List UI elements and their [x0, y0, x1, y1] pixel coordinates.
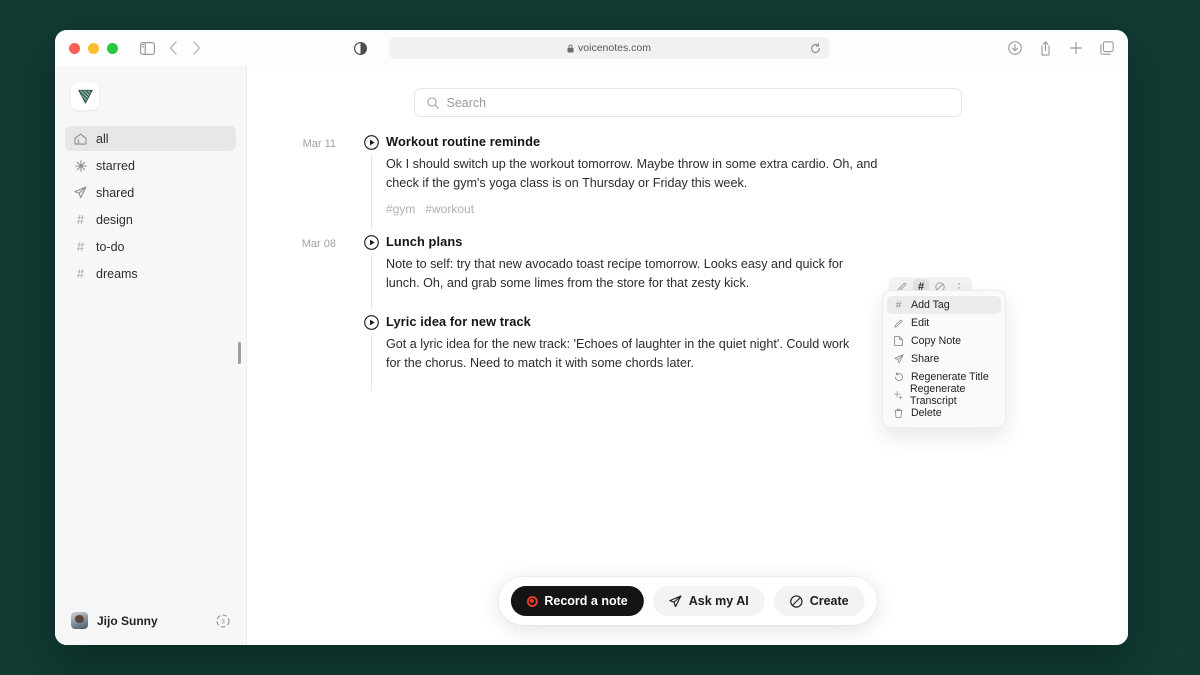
note-thread-line [370, 335, 372, 391]
sidebar-item-to-do[interactable]: # to-do [65, 234, 236, 259]
play-icon[interactable] [363, 235, 379, 251]
sidebar-item-starred[interactable]: starred [65, 153, 236, 178]
ask-my-ai-button[interactable]: Ask my AI [652, 586, 765, 616]
main-panel: Search Mar 11 Workout routine reminde Ok… [238, 66, 1128, 645]
share-icon[interactable] [1039, 40, 1052, 56]
sidebar-toggle-icon[interactable] [140, 41, 155, 55]
sidebar-item-label: design [96, 212, 133, 227]
browser-window: voicenotes.com all starred shared # desi… [55, 30, 1128, 645]
paper-plane-icon [893, 354, 904, 364]
close-window-button[interactable] [69, 42, 80, 54]
menu-item-label: Regenerate Title [911, 371, 989, 383]
back-arrow-icon[interactable] [169, 41, 178, 55]
menu-item-edit[interactable]: Edit [887, 314, 1001, 332]
sidebar-item-label: all [96, 131, 109, 146]
note-transcript: Note to self: try that new avocado toast… [386, 257, 844, 290]
note-context-menu: # Add Tag Edit Copy Note Share Regenerat… [882, 290, 1006, 428]
note-date: Mar 11 [302, 138, 336, 150]
note-tag[interactable]: #gym [386, 202, 415, 216]
sidebar-item-label: shared [96, 185, 135, 200]
maximize-window-button[interactable] [107, 42, 118, 54]
create-button[interactable]: Create [773, 586, 865, 616]
svg-text:3: 3 [221, 618, 225, 625]
sparkle-icon [74, 159, 87, 172]
sparkle-icon [893, 390, 903, 400]
minimize-window-button[interactable] [88, 42, 99, 54]
plus-icon[interactable] [1069, 41, 1083, 55]
scrollbar-thumb[interactable] [238, 342, 241, 364]
hash-icon: # [895, 299, 902, 311]
reload-icon[interactable] [810, 42, 821, 54]
menu-item-label: Delete [911, 407, 942, 419]
pencil-icon [893, 319, 904, 328]
lock-icon [567, 44, 574, 53]
paper-plane-icon [74, 186, 87, 199]
hash-icon: # [76, 239, 85, 254]
sidebar-item-label: to-do [96, 239, 125, 254]
menu-item-label: Add Tag [911, 299, 950, 311]
play-icon[interactable] [363, 315, 379, 331]
search-input[interactable]: Search [413, 88, 962, 117]
menu-item-regenerate-transcript[interactable]: Regenerate Transcript [887, 383, 1001, 407]
menu-item-copy-note[interactable]: Copy Note [887, 332, 1001, 350]
note-item[interactable]: Mar 11 Workout routine reminde Ok I shou [247, 130, 1128, 231]
app-root: all starred shared # design # to-do # dr… [55, 66, 1128, 645]
window-controls [69, 42, 118, 54]
sidebar-item-label: dreams [96, 266, 138, 281]
address-bar[interactable]: voicenotes.com [389, 37, 829, 59]
ask-ai-button-label: Ask my AI [688, 594, 749, 608]
hash-icon: # [76, 212, 85, 227]
trash-icon [893, 408, 904, 418]
hash-icon: # [76, 266, 85, 281]
record-button-label: Record a note [544, 594, 628, 608]
voicenotes-logo[interactable] [71, 82, 99, 110]
menu-item-label: Share [911, 353, 940, 365]
sidebar: all starred shared # design # to-do # dr… [55, 66, 247, 645]
note-transcript: Got a lyric idea for the new track: 'Ech… [386, 337, 850, 370]
desktop-background: voicenotes.com all starred shared # desi… [0, 0, 1200, 675]
menu-item-label: Edit [911, 317, 930, 329]
address-bar-url: voicenotes.com [578, 42, 651, 54]
circle-slash-icon [790, 594, 803, 608]
note-tags: #gym #workout [386, 202, 1098, 230]
menu-item-share[interactable]: Share [887, 350, 1001, 368]
sidebar-item-dreams[interactable]: # dreams [65, 261, 236, 286]
contrast-icon[interactable] [354, 41, 367, 55]
note-thread-line [370, 255, 372, 311]
paper-plane-icon [669, 594, 682, 608]
play-icon[interactable] [363, 135, 379, 150]
sidebar-item-design[interactable]: # design [65, 207, 236, 232]
download-icon[interactable] [1008, 41, 1022, 55]
record-icon [526, 595, 538, 607]
sidebar-item-all[interactable]: all [65, 126, 236, 151]
user-name: Jijo Sunny [97, 613, 158, 628]
usage-meter-icon[interactable]: 3 [216, 613, 230, 628]
home-icon [74, 133, 87, 145]
document-icon [893, 336, 904, 346]
note-title[interactable]: Workout routine reminde [386, 134, 1098, 149]
refresh-icon [893, 372, 904, 382]
search-icon [426, 96, 439, 109]
user-account-row[interactable]: Jijo Sunny 3 [65, 612, 236, 635]
note-title[interactable]: Lunch plans [386, 234, 1098, 249]
action-bar: Record a note Ask my AI Create [498, 577, 877, 625]
record-a-note-button[interactable]: Record a note [510, 586, 644, 616]
note-transcript: Ok I should switch up the workout tomorr… [386, 157, 878, 190]
tabs-overview-icon[interactable] [1100, 41, 1114, 55]
sidebar-item-shared[interactable]: shared [65, 180, 236, 205]
menu-item-label: Copy Note [911, 335, 962, 347]
browser-toolbar: voicenotes.com [55, 30, 1128, 66]
avatar [71, 612, 88, 629]
note-date [247, 310, 356, 390]
search-placeholder: Search [446, 95, 487, 110]
menu-item-add-tag[interactable]: # Add Tag [887, 296, 1001, 314]
create-button-label: Create [809, 594, 849, 608]
forward-arrow-icon[interactable] [192, 41, 201, 55]
note-tag[interactable]: #workout [425, 202, 474, 216]
menu-item-label: Regenerate Transcript [910, 383, 966, 407]
note-thread-line [370, 155, 372, 231]
note-date: Mar 08 [301, 238, 336, 251]
sidebar-item-label: starred [96, 158, 135, 173]
sidebar-nav: all starred shared # design # to-do # dr… [65, 126, 236, 286]
